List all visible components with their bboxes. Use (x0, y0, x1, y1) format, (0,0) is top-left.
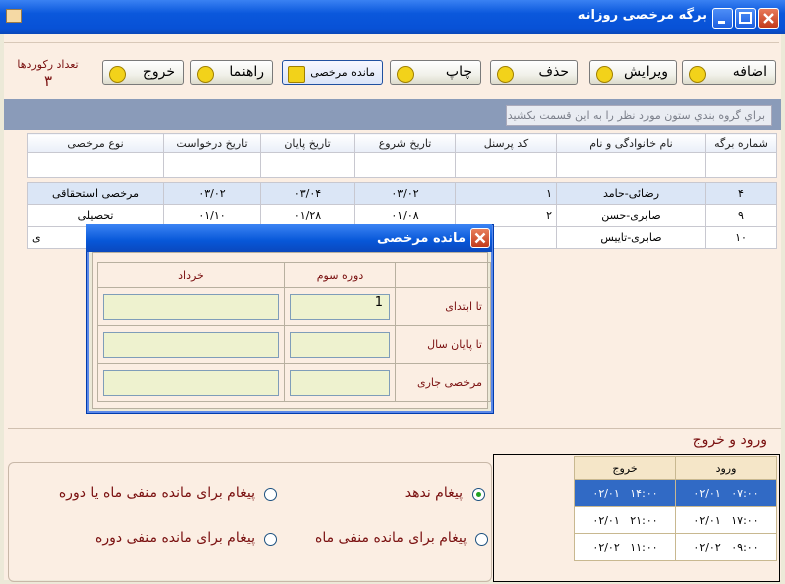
no-message-label[interactable]: پیغام ندهد (405, 485, 463, 501)
column-header[interactable]: شماره برگه (705, 133, 777, 153)
delete-x-icon (497, 66, 514, 83)
row-label: مرخصی جاری (395, 363, 491, 402)
negative-month-label[interactable]: پیغام برای مانده منفی ماه (315, 530, 467, 546)
row-label: تا پایان سال (395, 325, 491, 364)
column-header[interactable]: کد پرسنل (455, 133, 557, 153)
cell: ۰۳/۰۲ (163, 182, 261, 205)
column-header[interactable]: تاریخ پایان (260, 133, 355, 153)
table-row[interactable]: ۰۲/۰۱ ۱۴:۰۰ ۰۲/۰۱ ۰۷:۰۰ (574, 479, 777, 507)
help-label: راهنما (229, 64, 264, 80)
print-button[interactable]: چاپ (390, 60, 481, 85)
calendar-icon (288, 66, 305, 83)
delete-button[interactable]: حذف (490, 60, 578, 85)
filter-cell[interactable] (163, 152, 261, 178)
negative-month-period-label[interactable]: پیغام برای مانده منفی ماه یا دوره (59, 485, 255, 501)
no-message-radio[interactable] (472, 488, 485, 501)
cell: صابری-تاییس (556, 226, 706, 249)
edit-label: ویرایش (623, 64, 668, 80)
maximize-button[interactable] (735, 8, 756, 29)
edit-button[interactable]: ویرایش (589, 60, 677, 85)
period-current-field[interactable] (290, 369, 390, 396)
column-header[interactable]: تاریخ درخواست (163, 133, 261, 153)
exit-button[interactable]: خروج (102, 60, 184, 85)
negative-month-radio[interactable] (475, 533, 488, 546)
cell: ۰۲/۰۲ ۱۱:۰۰ (574, 533, 676, 561)
io-grid[interactable]: خروج ورود ۰۲/۰۱ ۱۴:۰۰ ۰۲/۰۱ ۰۷:۰۰ ۰۲/۰۱ … (574, 456, 777, 561)
dialog-title: مانده مرخصی (377, 231, 466, 246)
window-title: برگه مرخصی روزانه (577, 8, 707, 23)
app-icon[interactable] (6, 9, 22, 23)
period-year-end-field[interactable] (290, 331, 390, 358)
row-label: تا ابتدای (395, 287, 491, 326)
record-count: ۳ (43, 72, 53, 90)
cell: مرخصی استحقاقی (27, 182, 164, 205)
period-start-field[interactable]: 1 (290, 293, 390, 320)
message-options-group (8, 462, 492, 582)
column-header[interactable]: نام خانوادگی و نام (556, 133, 706, 153)
record-count-label: تعداد رکوردها (17, 58, 79, 71)
help-button[interactable]: راهنما (190, 60, 273, 85)
cell: صابری-حسن (556, 204, 706, 227)
cell: ۹ (705, 204, 777, 227)
column-header[interactable]: نوع مرخصی (27, 133, 164, 153)
printer-icon (397, 66, 414, 83)
minimize-button[interactable] (712, 8, 733, 29)
cell: رضائی-حامد (556, 182, 706, 205)
negative-period-radio[interactable] (264, 533, 277, 546)
exit-label: خروج (142, 64, 175, 80)
maximize-icon (739, 12, 752, 24)
corner-cell (395, 262, 491, 288)
table-row[interactable]: ۰۲/۰۱ ۲۱:۰۰ ۰۲/۰۱ ۱۷:۰۰ (574, 506, 777, 534)
filter-cell[interactable] (27, 152, 164, 178)
add-label: اضافه (732, 64, 767, 80)
negative-month-period-radio[interactable] (264, 488, 277, 501)
column-header: دوره سوم (284, 262, 396, 288)
io-section-title: ورود و خروج (692, 432, 767, 448)
help-icon (197, 66, 214, 83)
cell: ۴ (705, 182, 777, 205)
filter-cell[interactable] (260, 152, 355, 178)
column-header[interactable]: خروج (574, 456, 676, 480)
cell: ۱۰ (705, 226, 777, 249)
table-row[interactable]: ۰۲/۰۲ ۱۱:۰۰ ۰۲/۰۲ ۰۹:۰۰ (574, 533, 777, 561)
add-button[interactable]: اضافه (682, 60, 776, 85)
month-start-field[interactable] (103, 293, 279, 320)
pencil-icon (596, 66, 613, 83)
column-header[interactable]: ورود (675, 456, 777, 480)
filter-cell[interactable] (556, 152, 706, 178)
cell: ۱ (455, 182, 557, 205)
month-current-field[interactable] (103, 369, 279, 396)
minimize-icon (718, 21, 725, 24)
cell: ۰۲/۰۱ ۱۷:۰۰ (675, 506, 777, 534)
divider (8, 428, 781, 429)
filter-cell[interactable] (455, 152, 557, 178)
group-by-hint: براي گروه بندي ستون مورد نظر را به اين ق… (506, 105, 772, 126)
plus-icon (689, 66, 706, 83)
table-row[interactable]: ۴ رضائی-حامد ۱ ۰۳/۰۲ ۰۳/۰۴ ۰۳/۰۲ مرخصی ا… (27, 182, 777, 205)
column-header: خرداد (97, 262, 285, 288)
close-icon (763, 13, 774, 24)
month-year-end-field[interactable] (103, 331, 279, 358)
cell: ۰۲/۰۲ ۰۹:۰۰ (675, 533, 777, 561)
column-header[interactable]: تاریخ شروع (354, 133, 456, 153)
dialog-title-bar[interactable]: مانده مرخصی (86, 224, 492, 252)
leave-balance-button[interactable]: مانده مرخصی (282, 60, 383, 85)
print-label: چاپ (445, 64, 472, 80)
close-icon (474, 232, 486, 244)
exit-x-icon (109, 66, 126, 83)
negative-period-label[interactable]: پیغام برای مانده منفی دوره (95, 530, 255, 546)
close-button[interactable] (758, 8, 779, 29)
cell: ۰۳/۰۴ (260, 182, 355, 205)
cell: ۰۲/۰۱ ۲۱:۰۰ (574, 506, 676, 534)
dialog-close-button[interactable] (470, 228, 490, 248)
leave-balance-label: مانده مرخصی (310, 66, 375, 79)
cell: ۰۲/۰۱ ۰۷:۰۰ (675, 479, 777, 507)
filter-cell[interactable] (705, 152, 777, 178)
filter-cell[interactable] (354, 152, 456, 178)
cell: ۰۳/۰۲ (354, 182, 456, 205)
delete-label: حذف (538, 64, 569, 80)
leave-balance-table: خرداد دوره سوم 1 تا ابتدای تا پایان سال … (97, 262, 491, 402)
cell: ۰۲/۰۱ ۱۴:۰۰ (574, 479, 676, 507)
